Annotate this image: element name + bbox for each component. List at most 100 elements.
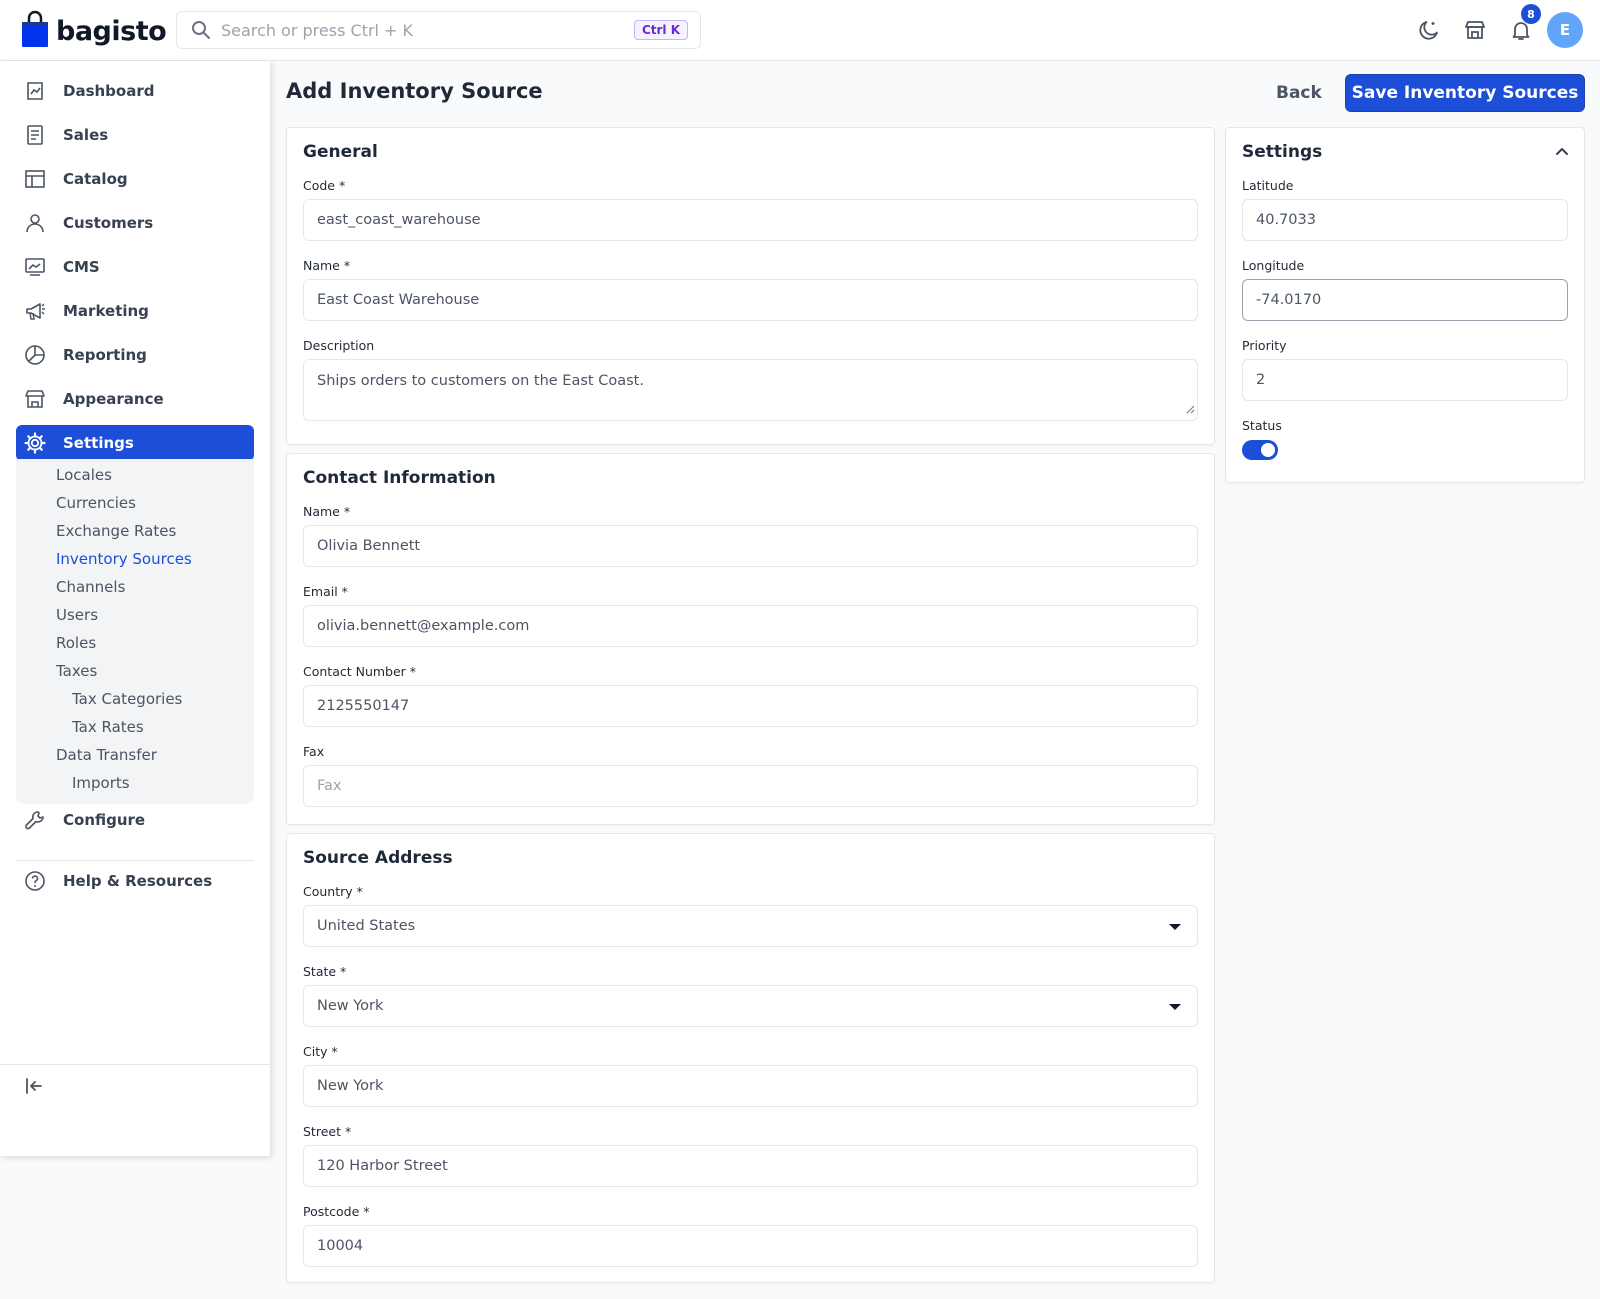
page-title: Add Inventory Source [286, 79, 543, 103]
sidebar-item-help[interactable]: Help & Resources [16, 863, 254, 899]
address-card-title: Source Address [303, 848, 453, 868]
chevron-up-icon[interactable] [1554, 144, 1570, 164]
sidebar-item-catalog[interactable]: Catalog [16, 161, 254, 197]
dashboard-icon [23, 79, 47, 103]
latitude-label: Latitude [1242, 178, 1294, 193]
moon-sparkle-icon[interactable] [1415, 16, 1443, 44]
user-avatar[interactable]: E [1547, 12, 1583, 48]
top-header: bagisto Search or press Ctrl + K Ctrl K … [0, 0, 1600, 61]
settings-card: Settings Latitude 40.7033 Longitude -74.… [1225, 127, 1585, 483]
description-text: Ships orders to customers on the East Co… [317, 373, 644, 389]
submenu-item-users[interactable]: Users [56, 606, 98, 624]
settings-submenu: Locales Currencies Exchange Rates Invent… [16, 459, 254, 804]
sidebar-item-label: Settings [63, 434, 134, 452]
brand-name: bagisto [56, 15, 167, 47]
toggle-knob [1261, 443, 1275, 457]
monitor-icon [23, 255, 47, 279]
country-select[interactable]: United States [303, 905, 1198, 947]
sidebar-item-label: Appearance [63, 390, 164, 408]
sidebar-item-reporting[interactable]: Reporting [16, 337, 254, 373]
chevron-down-icon [1169, 1004, 1181, 1010]
submenu-item-locales[interactable]: Locales [56, 466, 112, 484]
submenu-item-currencies[interactable]: Currencies [56, 494, 136, 512]
gear-icon [23, 431, 47, 455]
store-icon[interactable] [1461, 16, 1489, 44]
contact-name-input[interactable]: Olivia Bennett [303, 525, 1198, 567]
description-textarea[interactable]: Ships orders to customers on the East Co… [303, 359, 1198, 421]
receipt-icon [23, 123, 47, 147]
state-selected-value: New York [317, 998, 384, 1014]
sidebar-item-label: Configure [63, 811, 146, 829]
longitude-label: Longitude [1242, 258, 1305, 273]
contact-number-label: Contact Number * [303, 664, 417, 679]
submenu-item-tax-categories[interactable]: Tax Categories [72, 690, 182, 708]
name-input[interactable]: East Coast Warehouse [303, 279, 1198, 321]
submenu-item-channels[interactable]: Channels [56, 578, 125, 596]
user-icon [23, 211, 47, 235]
code-label: Code * [303, 178, 346, 193]
submenu-item-inventory-sources[interactable]: Inventory Sources [56, 550, 192, 568]
notification-count-badge: 8 [1521, 4, 1541, 24]
street-input[interactable]: 120 Harbor Street [303, 1145, 1198, 1187]
sidebar-item-label: Sales [63, 126, 109, 144]
back-button[interactable]: Back [1264, 76, 1334, 110]
street-label: Street * [303, 1124, 352, 1139]
sidebar-footer-divider [0, 1064, 270, 1065]
sidebar-item-marketing[interactable]: Marketing [16, 293, 254, 329]
search-box[interactable]: Search or press Ctrl + K Ctrl K [176, 11, 701, 49]
state-select[interactable]: New York [303, 985, 1198, 1027]
contact-name-label: Name * [303, 504, 351, 519]
sidebar-item-label: Help & Resources [63, 872, 213, 890]
shopping-bag-icon [20, 10, 50, 52]
priority-label: Priority [1242, 338, 1287, 353]
postcode-label: Postcode * [303, 1204, 370, 1219]
contact-number-input[interactable]: 2125550147 [303, 685, 1198, 727]
submenu-item-exchange-rates[interactable]: Exchange Rates [56, 522, 176, 540]
wrench-icon [23, 808, 47, 832]
sidebar-item-settings[interactable]: Settings [16, 425, 254, 461]
state-label: State * [303, 964, 347, 979]
general-card: General Code * east_coast_warehouse Name… [286, 127, 1215, 445]
collapse-sidebar-icon[interactable] [22, 1074, 46, 1098]
city-input[interactable]: New York [303, 1065, 1198, 1107]
sidebar-item-customers[interactable]: Customers [16, 205, 254, 241]
settings-card-title: Settings [1242, 142, 1323, 162]
priority-input[interactable]: 2 [1242, 359, 1568, 401]
status-toggle[interactable] [1242, 440, 1278, 460]
storefront-icon [23, 387, 47, 411]
contact-information-card: Contact Information Name * Olivia Bennet… [286, 453, 1215, 825]
submenu-item-roles[interactable]: Roles [56, 634, 96, 652]
save-inventory-source-button[interactable]: Save Inventory Sources [1345, 74, 1585, 112]
code-input[interactable]: east_coast_warehouse [303, 199, 1198, 241]
sidebar-item-configure[interactable]: Configure [16, 802, 254, 838]
sidebar-item-dashboard[interactable]: Dashboard [16, 73, 254, 109]
sidebar-divider [16, 860, 254, 861]
sidebar-item-appearance[interactable]: Appearance [16, 381, 254, 417]
description-label: Description [303, 338, 375, 353]
search-placeholder: Search or press Ctrl + K [221, 20, 414, 40]
general-card-title: General [303, 142, 378, 162]
postcode-input[interactable]: 10004 [303, 1225, 1198, 1267]
fax-input[interactable]: Fax [303, 765, 1198, 807]
sidebar: Dashboard Sales Catalog Customers CMS Ma… [0, 61, 270, 1156]
sidebar-item-sales[interactable]: Sales [16, 117, 254, 153]
catalog-icon [23, 167, 47, 191]
submenu-item-taxes[interactable]: Taxes [56, 662, 97, 680]
sidebar-item-label: CMS [63, 258, 100, 276]
sidebar-item-cms[interactable]: CMS [16, 249, 254, 285]
submenu-item-tax-rates[interactable]: Tax Rates [72, 718, 144, 736]
brand-logo[interactable]: bagisto [20, 10, 167, 52]
latitude-input[interactable]: 40.7033 [1242, 199, 1568, 241]
fax-label: Fax [303, 744, 325, 759]
longitude-input[interactable]: -74.0170 [1242, 279, 1568, 321]
submenu-item-imports[interactable]: Imports [72, 774, 130, 792]
email-input[interactable]: olivia.bennett@example.com [303, 605, 1198, 647]
search-shortcut-badge: Ctrl K [633, 20, 688, 40]
sidebar-item-label: Catalog [63, 170, 128, 188]
megaphone-icon [23, 299, 47, 323]
submenu-item-data-transfer[interactable]: Data Transfer [56, 746, 157, 764]
search-icon [191, 20, 211, 40]
resize-handle-icon[interactable] [1186, 402, 1195, 418]
contact-card-title: Contact Information [303, 468, 496, 488]
sidebar-item-label: Customers [63, 214, 154, 232]
